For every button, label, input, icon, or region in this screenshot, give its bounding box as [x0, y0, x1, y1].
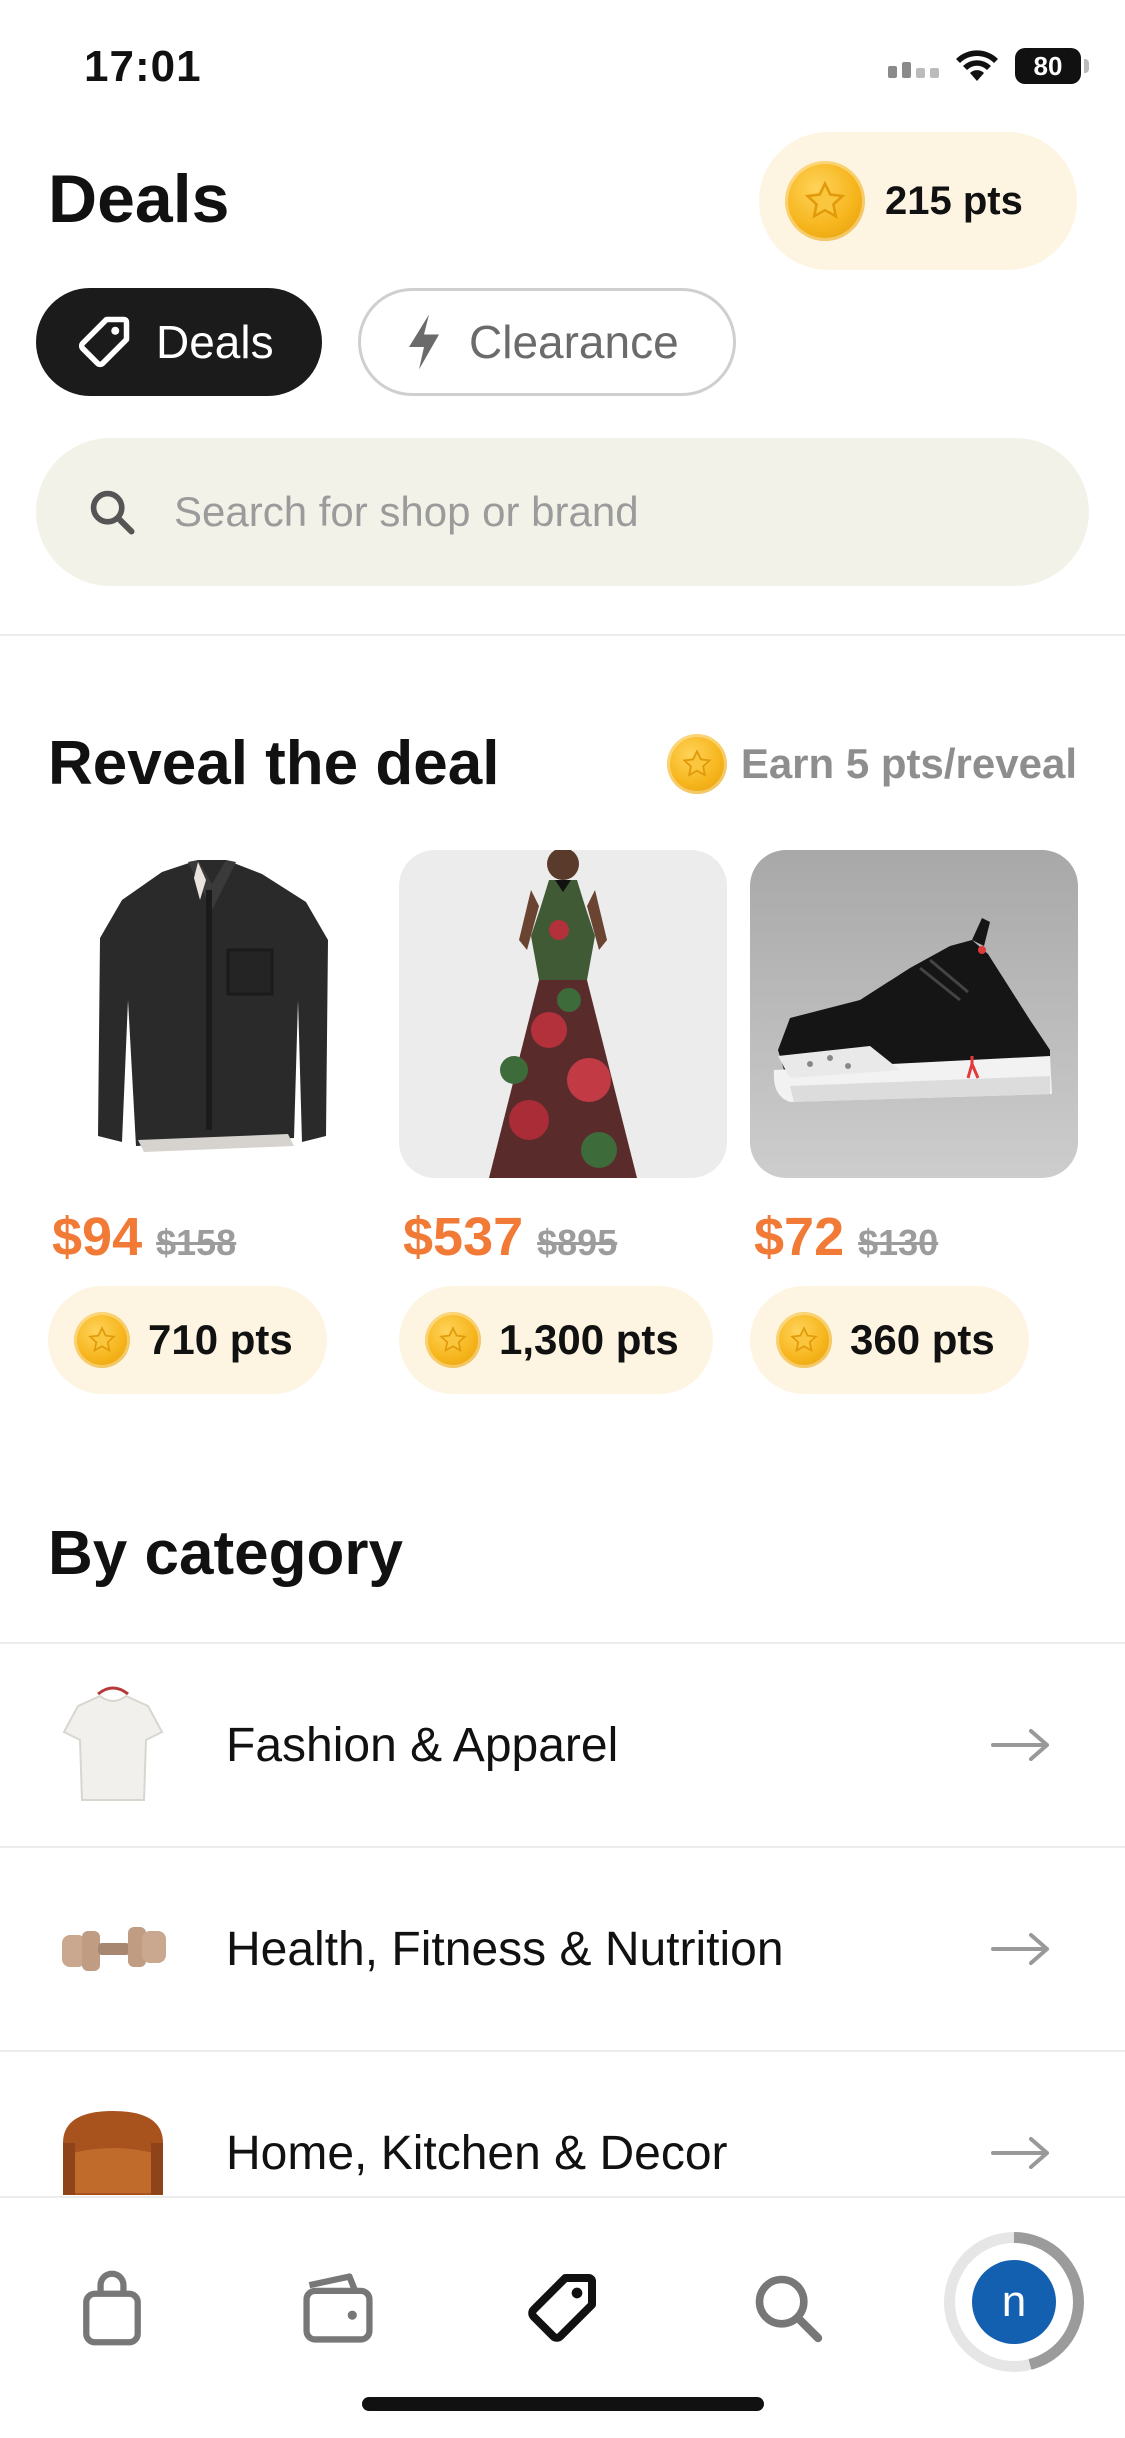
reveal-title: Reveal the deal	[48, 729, 500, 798]
deal-card[interactable]: $94 $158 710 pts	[48, 850, 376, 1394]
earn-per-reveal: Earn 5 pts/reveal	[666, 734, 1077, 794]
search-bar[interactable]	[36, 438, 1089, 586]
points-label: 360 pts	[850, 1316, 995, 1363]
earn-label: Earn 5 pts/reveal	[740, 740, 1077, 787]
coin-icon	[425, 1312, 481, 1368]
tab-label: Clearance	[469, 316, 679, 368]
deal-price: $537	[403, 1207, 524, 1267]
arrow-right-icon	[991, 1933, 1049, 1965]
nav-search[interactable]	[738, 2258, 838, 2358]
points-label: 710 pts	[148, 1316, 293, 1363]
shopping-bag-icon	[83, 2270, 141, 2346]
deal-price: $72	[754, 1207, 845, 1267]
arrow-right-icon	[991, 2137, 1049, 2169]
deal-card[interactable]: $72 $130 360 pts	[750, 850, 1078, 1394]
tag-icon	[528, 2274, 596, 2342]
tab-clearance[interactable]: Clearance	[358, 288, 736, 396]
status-icons: 80	[888, 48, 1089, 84]
price-row: $537 $895	[403, 1206, 617, 1268]
category-label: Fashion & Apparel	[226, 1718, 619, 1772]
category-label: Health, Fitness & Nutrition	[226, 1922, 784, 1976]
tshirt-icon	[48, 1680, 178, 1810]
nav-shop[interactable]	[62, 2258, 162, 2358]
reveal-points-button[interactable]: 710 pts	[48, 1286, 327, 1394]
nav-wallet[interactable]	[288, 2258, 388, 2358]
tab-label: Deals	[156, 316, 274, 368]
search-icon	[755, 2275, 823, 2343]
coin-icon	[666, 734, 727, 794]
original-price: $895	[537, 1222, 618, 1263]
price-row: $94 $158	[52, 1206, 236, 1268]
points-balance[interactable]: 215 pts	[759, 132, 1077, 270]
coin-icon	[74, 1312, 130, 1368]
category-label: Home, Kitchen & Decor	[226, 2126, 728, 2180]
points-label: 215 pts	[885, 178, 1023, 223]
battery-icon: 80	[1015, 48, 1089, 84]
category-health[interactable]: Health, Fitness & Nutrition	[0, 1846, 1125, 2050]
signal-icon	[888, 54, 939, 78]
category-fashion[interactable]: Fashion & Apparel	[0, 1642, 1125, 1846]
coin-icon	[776, 1312, 832, 1368]
points-label: 1,300 pts	[499, 1316, 679, 1363]
dumbbell-icon	[48, 1884, 178, 2014]
status-time: 17:01	[84, 42, 202, 91]
product-image-dress	[399, 850, 727, 1178]
home-indicator[interactable]	[362, 2397, 764, 2411]
page-title: Deals	[48, 161, 230, 237]
product-image-sneaker	[750, 850, 1078, 1178]
nav-profile[interactable]: n	[944, 2232, 1084, 2372]
coin-icon	[785, 161, 865, 241]
tag-icon	[78, 316, 130, 368]
original-price: $158	[156, 1222, 237, 1263]
avatar: n	[972, 2260, 1056, 2344]
search-input[interactable]	[172, 487, 976, 537]
wallet-icon	[303, 2273, 373, 2343]
search-icon	[90, 490, 135, 535]
reveal-points-button[interactable]: 1,300 pts	[399, 1286, 713, 1394]
arrow-right-icon	[991, 1729, 1049, 1761]
deal-price: $94	[52, 1207, 143, 1267]
original-price: $130	[858, 1222, 939, 1263]
avatar-ring: n	[955, 2243, 1073, 2361]
category-title: By category	[48, 1519, 403, 1588]
reveal-points-button[interactable]: 360 pts	[750, 1286, 1029, 1394]
product-image-shirt	[48, 850, 376, 1178]
lightning-icon	[409, 314, 439, 370]
tab-deals[interactable]: Deals	[36, 288, 322, 396]
wifi-icon	[956, 50, 998, 81]
price-row: $72 $130	[754, 1206, 938, 1268]
nav-deals[interactable]	[512, 2258, 612, 2358]
deal-card[interactable]: $537 $895 1,300 pts	[399, 850, 727, 1394]
section-divider	[0, 634, 1125, 636]
